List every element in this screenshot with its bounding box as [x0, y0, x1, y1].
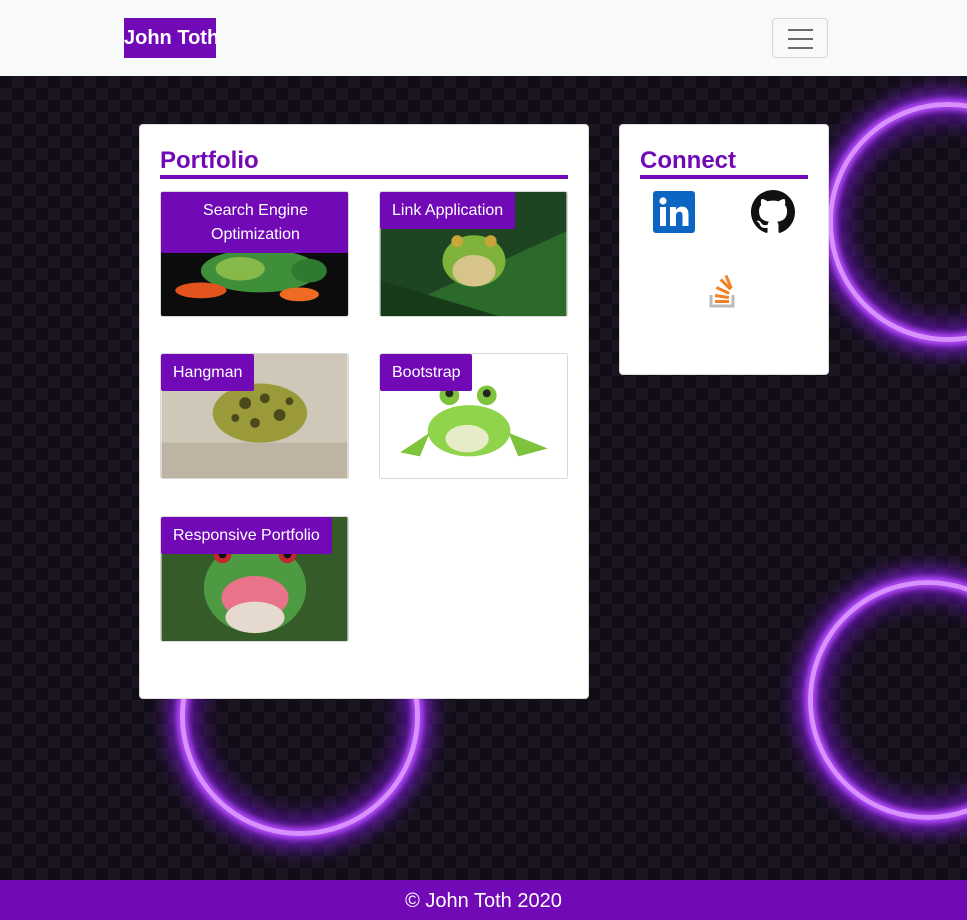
linkedin-link[interactable] [653, 191, 695, 238]
project-label: Link Application [380, 192, 516, 229]
connect-title: Connect [640, 147, 808, 179]
energy-ring-bottom-right [808, 580, 967, 820]
linkedin-icon [653, 191, 695, 233]
stackoverflow-icon [709, 274, 735, 308]
stackoverflow-link[interactable] [708, 274, 738, 314]
hamburger-icon [788, 29, 813, 31]
project-tile-hangman[interactable]: Hangman [160, 353, 349, 479]
brand-link[interactable]: John Toth [124, 18, 216, 58]
connect-card: Connect [619, 124, 829, 375]
energy-ring-top-right [828, 102, 967, 342]
project-label: Search Engine Optimization [161, 192, 348, 253]
footer-copyright: © John Toth 2020 [405, 890, 562, 912]
project-tile-seo[interactable]: Search Engine Optimization [160, 191, 349, 317]
github-icon [751, 190, 795, 233]
footer: © John Toth 2020 [0, 880, 967, 920]
github-link[interactable] [751, 190, 795, 239]
project-label: Responsive Portfolio [161, 517, 332, 554]
project-tile-responsive-portfolio[interactable]: Responsive Portfolio [160, 516, 349, 642]
navbar-toggle-button[interactable] [772, 18, 828, 58]
portfolio-title: Portfolio [160, 147, 568, 179]
navbar: John Toth [0, 0, 967, 76]
portfolio-card: Portfolio Search Engine Optimization Lin… [139, 124, 589, 699]
project-label: Bootstrap [380, 354, 473, 391]
project-label: Hangman [161, 354, 255, 391]
project-tile-bootstrap[interactable]: Bootstrap [379, 353, 568, 479]
project-tile-link-application[interactable]: Link Application [379, 191, 568, 317]
